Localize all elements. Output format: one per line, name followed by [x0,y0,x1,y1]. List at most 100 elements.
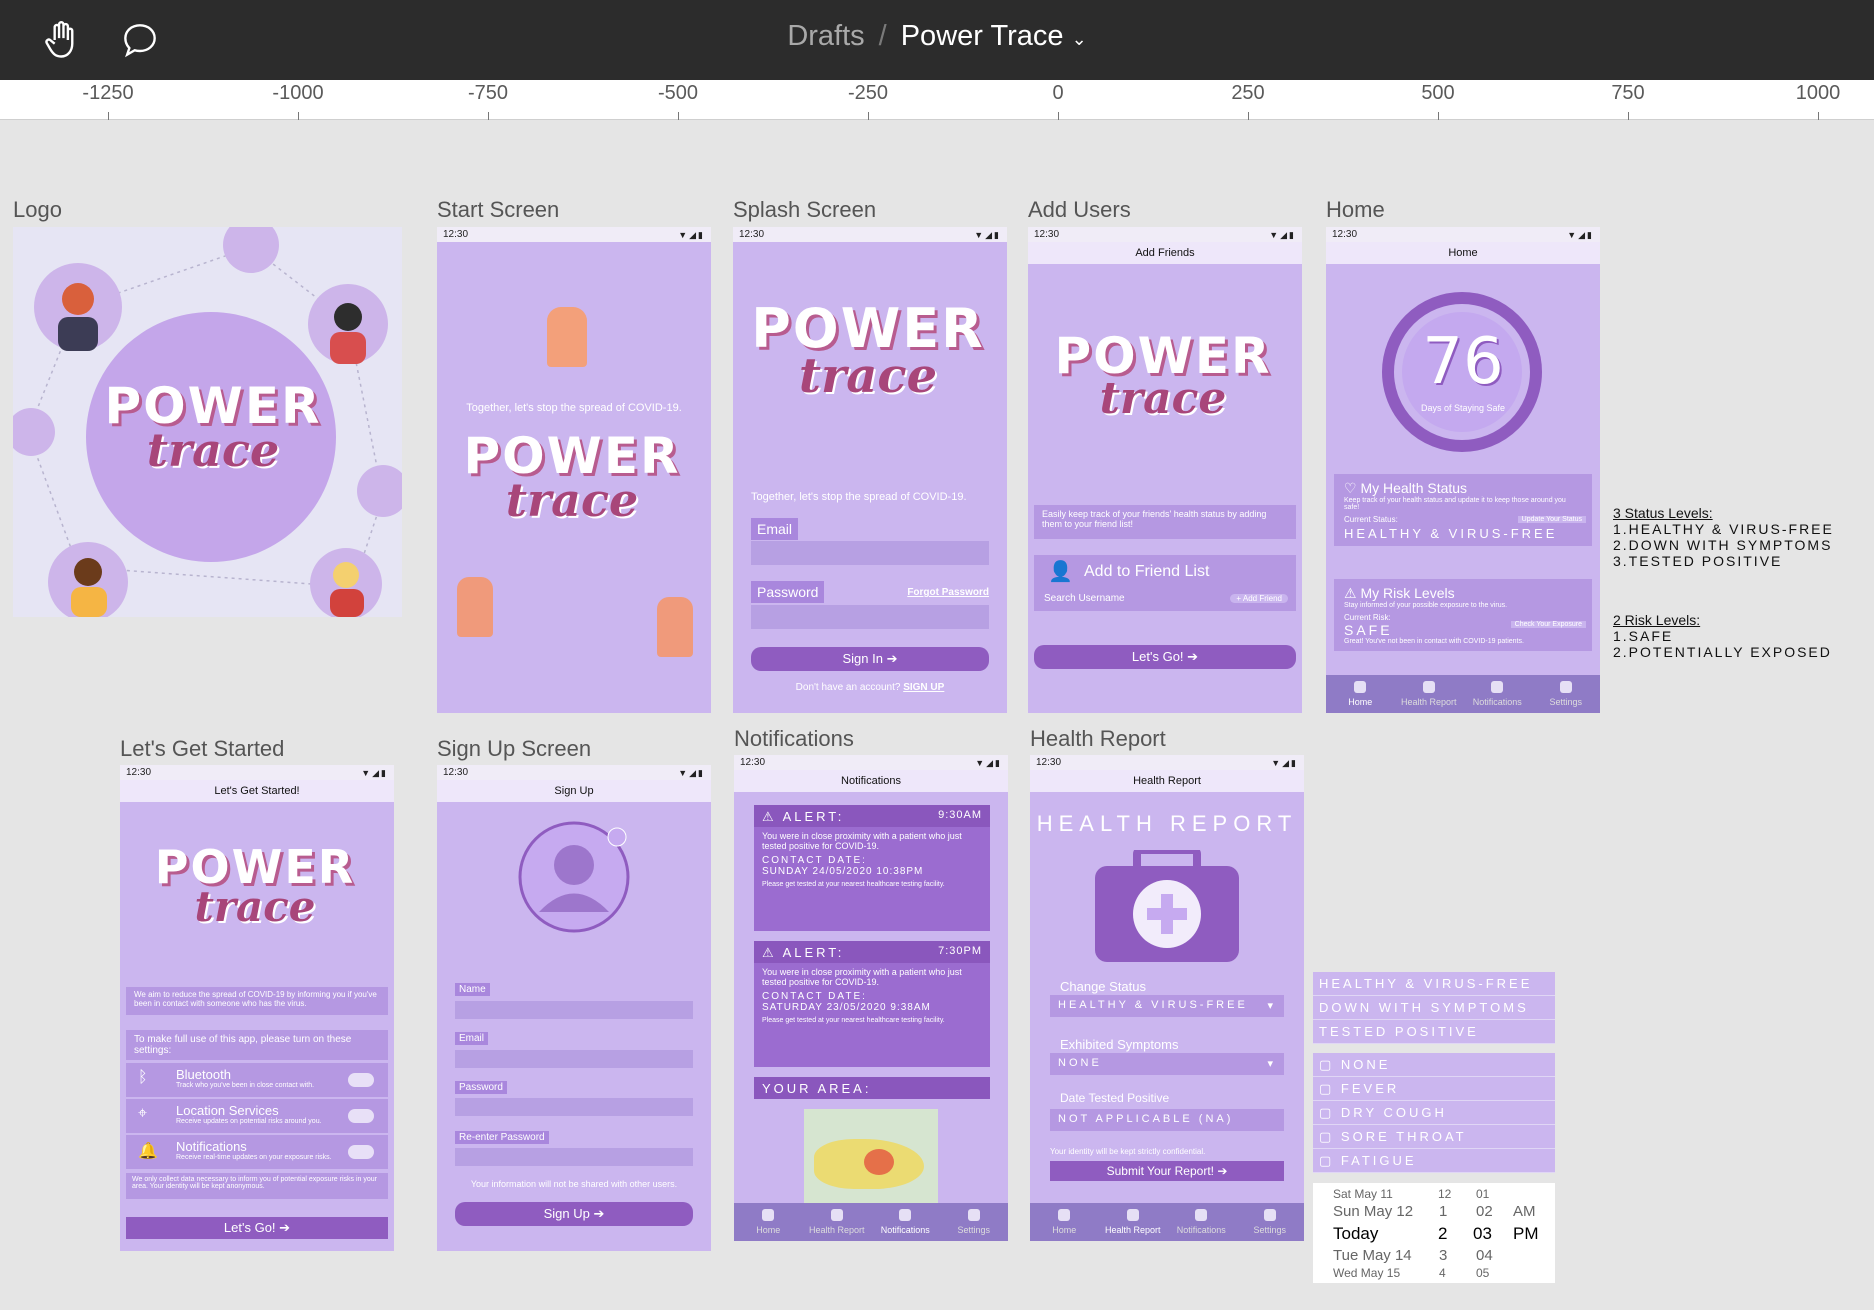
frame-label-logo[interactable]: Logo [13,197,62,223]
nav-health-report[interactable]: Health Report [1395,675,1464,713]
picker-hour[interactable]: 3 [1439,1247,1447,1264]
symptom-option[interactable]: ▢ FEVER [1313,1077,1555,1101]
picker-date-selected[interactable]: Today [1333,1224,1378,1244]
symptom-option[interactable]: ▢ FATIGUE [1313,1149,1555,1173]
picker-ampm[interactable]: AM [1513,1203,1536,1220]
logo-frame[interactable]: POWER trace [13,227,402,617]
frame-label-start[interactable]: Start Screen [437,197,559,223]
picker-minute[interactable]: 01 [1476,1187,1489,1201]
sign-in-button[interactable]: Sign In ➔ [751,647,989,671]
picker-date[interactable]: Sat May 11 [1333,1187,1393,1201]
symptom-option[interactable]: ▢ DRY COUGH [1313,1101,1555,1125]
location-toggle[interactable] [348,1109,374,1123]
health-status-card[interactable]: ♡ My Health Status Keep track of your he… [1334,474,1592,546]
picker-minute-selected[interactable]: 03 [1473,1224,1492,1244]
picker-ampm-selected[interactable]: PM [1513,1224,1539,1244]
signup-link[interactable]: SIGN UP [903,682,944,693]
check-exposure-button[interactable]: Check Your Exposure [1510,621,1586,628]
checkbox-icon[interactable]: ▢ [1319,1153,1334,1168]
warning-icon: ⚠ [762,809,777,824]
picker-hour[interactable]: 12 [1438,1187,1451,1201]
password-field[interactable] [751,605,989,629]
home-frame[interactable]: 12:30 ▼◢▮ Home 76 Days of Staying Safe ♡ … [1326,227,1600,713]
health-report-frame[interactable]: 12:30 ▼◢▮ Health Report HEALTH REPORT Cha… [1030,755,1304,1241]
frame-label-signup[interactable]: Sign Up Screen [437,736,591,762]
checkbox-icon[interactable]: ▢ [1319,1129,1334,1144]
area-map[interactable] [804,1109,938,1205]
status-select[interactable]: HEALTHY & VIRUS-FREE ▾ [1050,995,1284,1017]
sign-up-button[interactable]: Sign Up ➔ [455,1202,693,1226]
submit-report-button[interactable]: Submit Your Report! ➔ [1050,1161,1284,1181]
alert-card[interactable]: ⚠ ALERT: 7:30PM You were in close proximi… [754,941,990,1067]
picker-date[interactable]: Tue May 14 [1333,1247,1412,1264]
alert-card[interactable]: ⚠ ALERT: 9:30AM You were in close proximi… [754,805,990,931]
nav-settings[interactable]: Settings [940,1203,1009,1241]
picker-hour[interactable]: 4 [1439,1266,1446,1280]
signup-frame[interactable]: 12:30 ▼◢▮ Sign Up Name Email Password Re-… [437,765,711,1251]
frame-label-home[interactable]: Home [1326,197,1385,223]
heart-icon: ♡ [1344,480,1357,496]
email-field[interactable] [751,541,989,565]
crumb-file-title[interactable]: Power Trace [901,20,1064,52]
frame-label-notifications[interactable]: Notifications [734,726,854,752]
exhibited-symptoms-label: Exhibited Symptoms [1060,1037,1179,1052]
frame-label-started[interactable]: Let's Get Started [120,736,284,762]
start-screen-frame[interactable]: 12:30 ▼◢▮ Together, let's stop the spread… [437,227,711,713]
forgot-password-link[interactable]: Forgot Password [907,587,989,598]
chevron-down-icon[interactable]: ⌄ [1072,29,1087,49]
nav-home[interactable]: Home [1030,1203,1099,1241]
notifications-toggle[interactable] [348,1145,374,1159]
crumb-drafts[interactable]: Drafts [787,20,864,52]
symptom-option[interactable]: ▢ SORE THROAT [1313,1125,1555,1149]
checkbox-icon[interactable]: ▢ [1319,1057,1334,1072]
frame-label-health-report[interactable]: Health Report [1030,726,1166,752]
nav-home[interactable]: Home [734,1203,803,1241]
picker-minute[interactable]: 04 [1476,1247,1493,1264]
symptom-option[interactable]: ▢ NONE [1313,1053,1555,1077]
add-to-friend-list[interactable]: 👤 Add to Friend List [1034,555,1296,589]
nav-notifications[interactable]: Notifications [871,1203,940,1241]
status-option[interactable]: TESTED POSITIVE [1313,1020,1555,1044]
checkbox-icon[interactable]: ▢ [1319,1105,1334,1120]
picker-minute[interactable]: 05 [1476,1266,1489,1280]
lets-get-started-frame[interactable]: 12:30 ▼◢▮ Let's Get Started! POWER trace … [120,765,394,1251]
reenter-password-field[interactable] [455,1148,693,1166]
nav-settings[interactable]: Settings [1532,675,1601,713]
risk-level-card[interactable]: ⚠ My Risk Levels Stay informed of your p… [1334,579,1592,651]
update-status-button[interactable]: Update Your Status [1517,516,1586,523]
ruler-label: -1250 [82,82,134,104]
add-users-frame[interactable]: 12:30 ▼◢▮ Add Friends POWER trace Easily … [1028,227,1302,713]
frame-label-splash[interactable]: Splash Screen [733,197,876,223]
nav-health-report[interactable]: Health Report [803,1203,872,1241]
person-flag-illustration [547,307,587,367]
bluetooth-toggle[interactable] [348,1073,374,1087]
nav-health-report[interactable]: Health Report [1099,1203,1168,1241]
status-option[interactable]: HEALTHY & VIRUS-FREE [1313,972,1555,996]
lets-go-button[interactable]: Let's Go! ➔ [126,1217,388,1239]
add-friend-button[interactable]: + Add Friend [1230,594,1288,603]
search-username-input[interactable]: Search Username + Add Friend [1034,589,1296,611]
date-tested-field[interactable]: NOT APPLICABLE (NA) [1050,1109,1284,1131]
status-option[interactable]: DOWN WITH SYMPTOMS [1313,996,1555,1020]
splash-screen-frame[interactable]: 12:30 ▼◢▮ POWER trace Together, let's sto… [733,227,1007,713]
notifications-frame[interactable]: 12:30 ▼◢▮ Notifications ⚠ ALERT: 9:30AM Yo… [734,755,1008,1241]
password-field[interactable] [455,1098,693,1116]
avatar-upload[interactable] [517,820,631,934]
picker-date[interactable]: Wed May 15 [1333,1266,1400,1280]
nav-notifications[interactable]: Notifications [1167,1203,1236,1241]
nav-notifications[interactable]: Notifications [1463,675,1532,713]
picker-date[interactable]: Sun May 12 [1333,1203,1413,1220]
name-field[interactable] [455,1001,693,1019]
lets-go-button[interactable]: Let's Go! ➔ [1034,645,1296,669]
symptoms-select[interactable]: NONE ▾ [1050,1053,1284,1075]
nav-settings[interactable]: Settings [1236,1203,1305,1241]
picker-hour[interactable]: 1 [1439,1203,1447,1220]
no-account-text: Don't have an account? [795,682,901,693]
email-field[interactable] [455,1050,693,1068]
date-time-picker[interactable]: Sat May 11 12 01 Sun May 12 1 02 AM Toda… [1313,1183,1555,1283]
checkbox-icon[interactable]: ▢ [1319,1081,1334,1096]
picker-hour-selected[interactable]: 2 [1438,1224,1447,1244]
picker-minute[interactable]: 02 [1476,1203,1493,1220]
nav-home[interactable]: Home [1326,675,1395,713]
frame-label-add-users[interactable]: Add Users [1028,197,1131,223]
